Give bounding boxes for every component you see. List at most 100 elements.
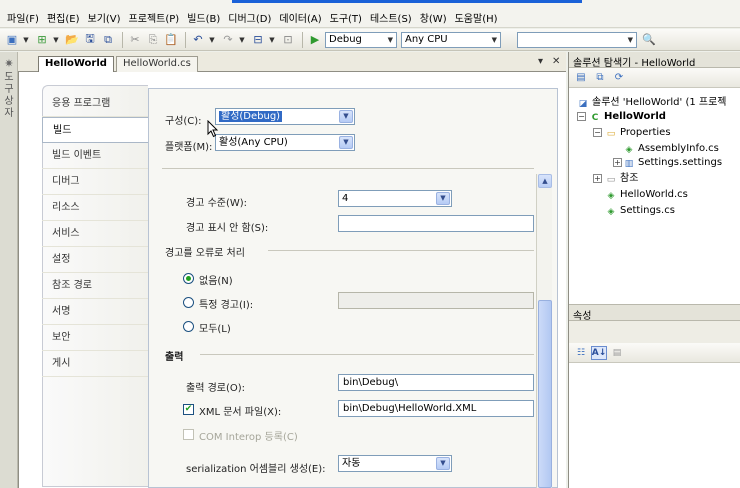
chevron-down-icon[interactable]: ▼	[339, 110, 353, 123]
paste-icon[interactable]: 📋	[163, 32, 179, 48]
nav-services[interactable]: 서비스	[42, 221, 148, 247]
refresh-icon[interactable]: ⟳	[611, 71, 627, 85]
toolbar-separator	[122, 31, 123, 48]
platform-label: 플랫폼(M):	[165, 142, 213, 153]
nav-signing[interactable]: 서명	[42, 299, 148, 325]
property-pages-icon[interactable]: ▤	[609, 346, 625, 360]
collapse-icon[interactable]: −	[593, 128, 602, 137]
platform-combo[interactable]: 활성(Any CPU) ▼	[215, 134, 355, 151]
menu-window[interactable]: 창(W)	[416, 10, 451, 25]
nav-publish[interactable]: 게시	[42, 351, 148, 377]
scrollbar-thumb[interactable]	[538, 300, 552, 488]
undo-icon[interactable]: ↶	[190, 32, 206, 48]
radio-all-label[interactable]: 모두(L)	[199, 320, 231, 335]
active-files-dropdown-icon[interactable]: ▾	[538, 56, 543, 67]
menu-test[interactable]: 테스트(S)	[366, 10, 416, 25]
tree-settings-settings[interactable]: ▥ Settings.settings	[623, 156, 722, 169]
close-icon[interactable]: ✕	[552, 56, 560, 67]
find-in-files-icon[interactable]: 🔍	[641, 32, 657, 48]
radio-none-label[interactable]: 없음(N)	[199, 272, 233, 287]
nav-security[interactable]: 보안	[42, 325, 148, 351]
settings-file-icon: ▥	[624, 159, 634, 169]
save-all-icon[interactable]: ⧉	[100, 32, 116, 48]
tree-project[interactable]: C HelloWorld	[589, 110, 666, 123]
properties-icon[interactable]: ▤	[573, 71, 589, 85]
tree-references[interactable]: ▭ 참조	[605, 172, 639, 185]
menu-build[interactable]: 빌드(B)	[183, 10, 224, 25]
warning-level-combo[interactable]: 4 ▼	[338, 190, 452, 207]
xml-doc-path-input[interactable]: bin\Debug\HelloWorld.XML	[338, 400, 534, 417]
redo-dropdown-icon[interactable]: ▼	[238, 32, 246, 48]
tree-helloworld-cs[interactable]: ◈ HelloWorld.cs	[605, 188, 688, 201]
nav-settings[interactable]: 설정	[42, 247, 148, 273]
navigate-dropdown-icon[interactable]: ▼	[268, 32, 276, 48]
nav-resources[interactable]: 리소스	[42, 195, 148, 221]
alphabetical-icon[interactable]: A↓	[591, 345, 607, 360]
com-interop-checkbox[interactable]	[183, 429, 194, 440]
save-icon[interactable]: 🖫	[82, 32, 98, 48]
mouse-cursor-icon	[207, 120, 219, 138]
chevron-down-icon[interactable]: ▼	[436, 192, 450, 205]
nav-build-events[interactable]: 빌드 이벤트	[42, 143, 148, 169]
cut-icon[interactable]: ✂	[127, 32, 143, 48]
solution-platform-combo[interactable]: Any CPU ▼	[401, 31, 501, 48]
specific-warnings-input[interactable]	[338, 292, 534, 309]
nav-build[interactable]: 빌드	[42, 117, 148, 143]
xml-doc-label[interactable]: XML 문서 파일(X):	[199, 403, 281, 418]
categorized-icon[interactable]: ☷	[573, 346, 589, 360]
tree-settings-cs[interactable]: ◈ Settings.cs	[605, 204, 675, 217]
toolbar-separator	[185, 31, 186, 48]
radio-specific-label[interactable]: 특정 경고(I):	[199, 296, 253, 311]
copy-icon[interactable]: ⎘	[145, 32, 161, 48]
new-project-dropdown-icon[interactable]: ▼	[22, 32, 30, 48]
find-combo[interactable]: ▼	[517, 31, 637, 48]
expand-icon[interactable]: +	[593, 174, 602, 183]
radio-specific[interactable]	[183, 297, 194, 308]
toolbox-icon[interactable]: ✷	[1, 55, 17, 71]
menu-debug[interactable]: 디버그(D)	[224, 10, 275, 25]
expand-icon[interactable]: +	[613, 158, 622, 167]
menu-help[interactable]: 도움말(H)	[451, 10, 502, 25]
collapse-icon[interactable]: −	[577, 112, 586, 121]
menu-edit[interactable]: 편집(E)	[43, 10, 84, 25]
radio-none[interactable]	[183, 273, 194, 284]
nav-debug[interactable]: 디버그	[42, 169, 148, 195]
xml-doc-checkbox[interactable]: ✔	[183, 404, 194, 415]
menu-data[interactable]: 데이터(A)	[275, 10, 325, 25]
radio-all[interactable]	[183, 321, 194, 332]
navigate-forward-icon[interactable]: ⊡	[280, 32, 296, 48]
output-path-input[interactable]: bin\Debug\	[338, 374, 534, 391]
undo-dropdown-icon[interactable]: ▼	[208, 32, 216, 48]
navigate-icon[interactable]: ⊟	[250, 32, 266, 48]
chevron-down-icon[interactable]: ▼	[339, 136, 353, 149]
add-item-dropdown-icon[interactable]: ▼	[52, 32, 60, 48]
properties-object-selector[interactable]	[569, 321, 740, 343]
show-all-files-icon[interactable]: ⧉	[592, 71, 608, 85]
configuration-combo[interactable]: 활성(Debug) ▼	[215, 108, 355, 125]
menu-file[interactable]: 파일(F)	[3, 10, 43, 25]
menu-tools[interactable]: 도구(T)	[326, 10, 366, 25]
menu-view[interactable]: 보기(V)	[84, 10, 125, 25]
chevron-down-icon[interactable]: ▼	[436, 457, 450, 470]
tab-helloworld-cs[interactable]: HelloWorld.cs	[116, 56, 198, 72]
nav-reference-paths[interactable]: 참조 경로	[42, 273, 148, 299]
vertical-scrollbar[interactable]: ▲	[536, 174, 552, 488]
menu-project[interactable]: 프로젝트(P)	[125, 10, 184, 25]
new-project-icon[interactable]: ▣	[4, 32, 20, 48]
tree-assemblyinfo[interactable]: ◈ AssemblyInfo.cs	[623, 142, 719, 155]
open-folder-icon[interactable]: 📂	[64, 32, 80, 48]
suppress-warnings-input[interactable]	[338, 215, 534, 232]
scroll-up-icon[interactable]: ▲	[538, 174, 552, 188]
tab-helloworld-properties[interactable]: HelloWorld	[38, 56, 114, 73]
toolbox-strip[interactable]: ✷ 도구 상자	[0, 52, 18, 488]
add-item-icon[interactable]: ⊞	[34, 32, 50, 48]
solution-config-combo[interactable]: Debug ▼	[325, 31, 397, 48]
toolbox-label[interactable]: 도구 상자	[3, 72, 15, 120]
folder-icon: ▭	[606, 129, 616, 139]
nav-application[interactable]: 응용 프로그램	[42, 91, 148, 117]
redo-icon[interactable]: ↷	[220, 32, 236, 48]
start-debugging-icon[interactable]: ▶	[307, 32, 323, 48]
tree-solution[interactable]: ◪ 솔루션 'HelloWorld' (1 프로젝	[577, 96, 727, 109]
serialization-combo[interactable]: 자동 ▼	[338, 455, 452, 472]
tree-properties[interactable]: ▭ Properties	[605, 126, 671, 139]
